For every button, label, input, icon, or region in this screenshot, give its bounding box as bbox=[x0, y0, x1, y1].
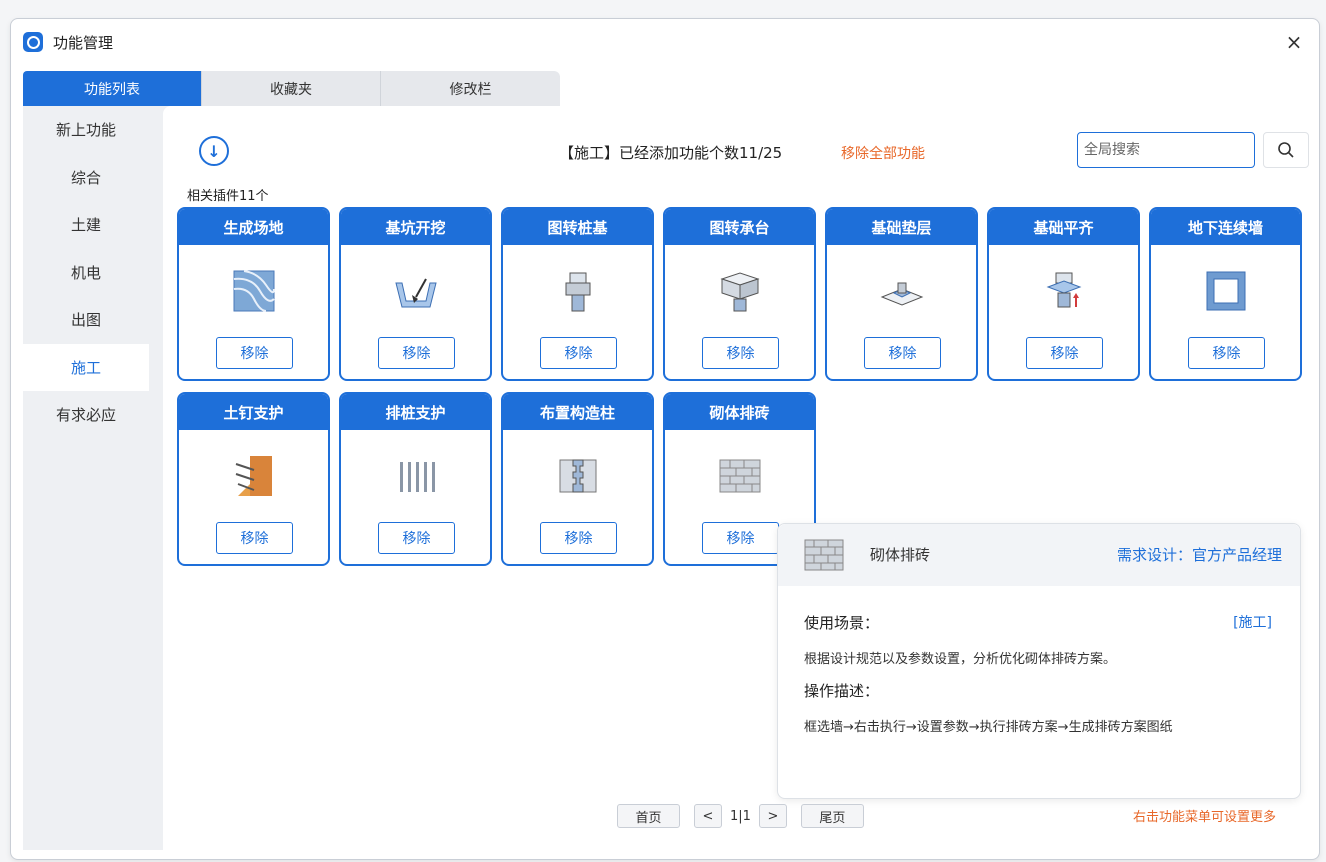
function-card[interactable]: 布置构造柱 移除 bbox=[501, 392, 654, 566]
construction-column-icon bbox=[556, 454, 600, 498]
search-button[interactable] bbox=[1263, 132, 1309, 168]
function-card[interactable]: 地下连续墙 移除 bbox=[1149, 207, 1302, 381]
operation-text: 框选墙→右击执行→设置参数→执行排砖方案→生成排砖方案图纸 bbox=[804, 720, 1173, 735]
prev-page-button[interactable]: < bbox=[694, 804, 722, 828]
brick-wall-icon bbox=[804, 539, 844, 571]
diaphragm-wall-icon bbox=[1204, 269, 1248, 313]
content-panel: ↓ 【施工】已经添加功能个数11/25 移除全部功能 相关插件11个 生成场地 … bbox=[163, 106, 1309, 850]
card-title: 地下连续墙 bbox=[1151, 209, 1300, 245]
usage-scene-text: 根据设计规范以及参数设置，分析优化砌体排砖方案。 bbox=[804, 652, 1117, 667]
close-button[interactable]: × bbox=[1281, 29, 1307, 55]
card-title: 生成场地 bbox=[179, 209, 328, 245]
category-sidebar: 新上功能 综合 土建 机电 出图 施工 有求必应 bbox=[23, 106, 149, 850]
search-icon bbox=[1278, 142, 1294, 158]
usage-scene-label: 使用场景： bbox=[804, 614, 880, 632]
remove-button[interactable]: 移除 bbox=[216, 522, 293, 554]
category-tag[interactable]: [施工] bbox=[1233, 612, 1272, 632]
sidebar-item-construction[interactable]: 施工 bbox=[23, 343, 149, 391]
right-click-hint: 右击功能菜单可设置更多 bbox=[1133, 810, 1277, 825]
pile-row-icon bbox=[394, 454, 438, 498]
sidebar-item-general[interactable]: 综合 bbox=[23, 154, 149, 202]
tab-function-list[interactable]: 功能列表 bbox=[23, 71, 202, 106]
global-search-input[interactable] bbox=[1077, 132, 1255, 168]
function-manager-window: 功能管理 × 功能列表 收藏夹 修改栏 新上功能 综合 土建 机电 出图 施工 … bbox=[10, 18, 1320, 860]
popup-function-name: 砌体排砖 bbox=[870, 546, 931, 564]
remove-all-link[interactable]: 移除全部功能 bbox=[841, 143, 925, 163]
function-card[interactable]: 土钉支护 移除 bbox=[177, 392, 330, 566]
app-logo-icon bbox=[23, 32, 43, 52]
excavation-icon bbox=[394, 269, 438, 313]
remove-button[interactable]: 移除 bbox=[378, 337, 455, 369]
card-title: 基础平齐 bbox=[989, 209, 1138, 245]
card-title: 排桩支护 bbox=[341, 394, 490, 430]
related-plugins-count: 相关插件11个 bbox=[187, 189, 269, 204]
card-title: 基础垫层 bbox=[827, 209, 976, 245]
function-card[interactable]: 基坑开挖 移除 bbox=[339, 207, 492, 381]
card-title: 图转桩基 bbox=[503, 209, 652, 245]
window-title: 功能管理 bbox=[53, 34, 114, 52]
foundation-align-icon bbox=[1042, 269, 1086, 313]
function-detail-popup: 砌体排砖 需求设计：官方产品经理 使用场景： [施工] 根据设计规范以及参数设置… bbox=[777, 523, 1301, 799]
next-page-button[interactable]: > bbox=[758, 804, 787, 828]
pagination: 首页 < 1|1 > 尾页 bbox=[617, 803, 864, 829]
popup-designer-link[interactable]: 需求设计：官方产品经理 bbox=[1117, 544, 1282, 565]
remove-button[interactable]: 移除 bbox=[540, 522, 617, 554]
remove-button[interactable]: 移除 bbox=[378, 522, 455, 554]
popup-header: 砌体排砖 需求设计：官方产品经理 bbox=[778, 524, 1300, 586]
added-count-info: 【施工】已经添加功能个数11/25 bbox=[559, 144, 783, 162]
download-icon[interactable]: ↓ bbox=[199, 136, 229, 166]
card-title: 土钉支护 bbox=[179, 394, 328, 430]
foundation-bed-icon bbox=[880, 269, 924, 313]
sidebar-item-civil[interactable]: 土建 bbox=[23, 201, 149, 249]
sidebar-item-mep[interactable]: 机电 bbox=[23, 249, 149, 297]
sidebar-item-new[interactable]: 新上功能 bbox=[23, 106, 149, 154]
terrain-icon bbox=[232, 269, 276, 313]
function-card[interactable]: 排桩支护 移除 bbox=[339, 392, 492, 566]
remove-button[interactable]: 移除 bbox=[702, 522, 779, 554]
function-card[interactable]: 生成场地 移除 bbox=[177, 207, 330, 381]
function-card[interactable]: 基础垫层 移除 bbox=[825, 207, 978, 381]
function-card[interactable]: 图转承台 移除 bbox=[663, 207, 816, 381]
operation-label: 操作描述： bbox=[804, 682, 880, 700]
sidebar-item-drawing[interactable]: 出图 bbox=[23, 296, 149, 344]
remove-button[interactable]: 移除 bbox=[540, 337, 617, 369]
card-title: 砌体排砖 bbox=[665, 394, 814, 430]
pile-cap-icon bbox=[718, 269, 762, 313]
tab-modify-bar[interactable]: 修改栏 bbox=[381, 71, 560, 106]
card-title: 布置构造柱 bbox=[503, 394, 652, 430]
last-page-button[interactable]: 尾页 bbox=[800, 804, 864, 828]
remove-button[interactable]: 移除 bbox=[216, 337, 293, 369]
remove-button[interactable]: 移除 bbox=[1026, 337, 1103, 369]
soil-nail-icon bbox=[232, 454, 276, 498]
page-indicator: 1|1 bbox=[730, 808, 751, 824]
function-card[interactable]: 图转桩基 移除 bbox=[501, 207, 654, 381]
tab-bar: 功能列表 收藏夹 修改栏 bbox=[23, 71, 560, 107]
sidebar-item-requests[interactable]: 有求必应 bbox=[23, 391, 149, 439]
remove-button[interactable]: 移除 bbox=[864, 337, 941, 369]
function-card[interactable]: 基础平齐 移除 bbox=[987, 207, 1140, 381]
title-bar: 功能管理 × bbox=[11, 19, 1319, 65]
first-page-button[interactable]: 首页 bbox=[617, 804, 680, 828]
tab-favorites[interactable]: 收藏夹 bbox=[202, 71, 381, 106]
remove-button[interactable]: 移除 bbox=[702, 337, 779, 369]
pile-icon bbox=[556, 269, 600, 313]
card-title: 图转承台 bbox=[665, 209, 814, 245]
card-title: 基坑开挖 bbox=[341, 209, 490, 245]
main-body: 新上功能 综合 土建 机电 出图 施工 有求必应 ↓ 【施工】已经添加功能个数1… bbox=[23, 106, 1309, 850]
brick-wall-icon bbox=[718, 454, 762, 498]
remove-button[interactable]: 移除 bbox=[1188, 337, 1265, 369]
